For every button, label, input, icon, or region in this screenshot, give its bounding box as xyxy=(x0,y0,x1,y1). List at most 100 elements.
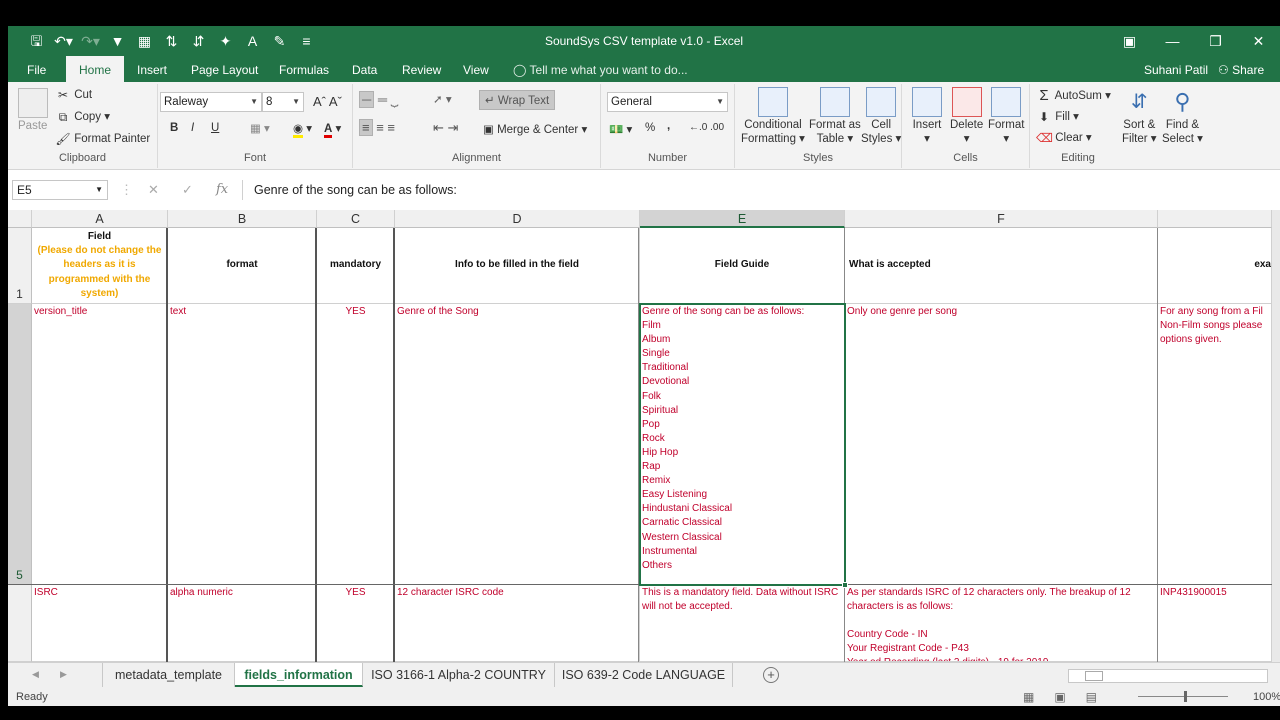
column-header-a[interactable]: A xyxy=(32,210,168,228)
grow-font-icon[interactable]: Aˆ Aˇ xyxy=(313,94,342,109)
cell-b6[interactable]: alpha numeric xyxy=(168,585,317,662)
cancel-icon[interactable]: ✕ xyxy=(148,182,159,198)
format-cells-button[interactable]: Format ▾ xyxy=(988,87,1024,145)
cell-b1[interactable]: format xyxy=(168,228,317,304)
font-family-select[interactable]: Raleway ▼ xyxy=(160,92,262,112)
sheet-tab-language[interactable]: ISO 639-2 Code LANGUAGE xyxy=(555,663,733,687)
minimize-icon[interactable]: — xyxy=(1151,26,1194,56)
zoom-level[interactable]: 100% xyxy=(1253,691,1280,703)
cell-d1[interactable]: Info to be filled in the field xyxy=(395,228,640,304)
tab-data[interactable]: Data xyxy=(352,56,377,82)
format-as-table-button[interactable]: Format as Table ▾ xyxy=(809,87,861,145)
autosum-button[interactable]: Σ AutoSum ▾ xyxy=(1036,88,1110,104)
cell-f1[interactable]: What is accepted xyxy=(845,228,1158,304)
enter-icon[interactable]: ✓ xyxy=(182,182,193,198)
cell-c1[interactable]: mandatory xyxy=(317,228,395,304)
insert-function-icon[interactable]: fx xyxy=(216,182,228,197)
wrap-text-button[interactable]: ↵ Wrap Text xyxy=(479,90,556,110)
cell-e1[interactable]: Field Guide xyxy=(640,228,845,304)
cell-a1[interactable]: Field (Please do not change the headers … xyxy=(32,228,168,304)
tab-view[interactable]: View xyxy=(463,56,489,82)
cell-e5[interactable]: Genre of the song can be as follows: Fil… xyxy=(640,304,845,585)
tab-page-layout[interactable]: Page Layout xyxy=(191,56,258,82)
view-buttons-icon[interactable]: ▦▣▤ xyxy=(1023,690,1117,704)
vertical-scrollbar[interactable] xyxy=(1272,210,1280,662)
spreadsheet-grid[interactable]: A B C D E F 1 5 Field (Please do not cha… xyxy=(8,210,1272,662)
tab-review[interactable]: Review xyxy=(402,56,441,82)
zoom-slider[interactable] xyxy=(1138,691,1228,702)
formula-input[interactable]: Genre of the song can be as follows: xyxy=(242,180,1272,200)
cell-g6[interactable]: INP431900015 xyxy=(1158,585,1272,662)
user-name[interactable]: Suhani Patil xyxy=(1144,56,1208,84)
scroll-thumb[interactable] xyxy=(1085,671,1103,681)
tab-insert[interactable]: Insert xyxy=(137,56,167,82)
format-painter-button[interactable]: 🖌 Format Painter xyxy=(55,131,150,147)
sheet-tab-fields-information[interactable]: fields_information xyxy=(235,663,363,687)
cell-f5[interactable]: Only one genre per song xyxy=(845,304,1158,585)
cell-g5[interactable]: For any song from a Fil Non-Film songs p… xyxy=(1158,304,1272,585)
cell-styles-button[interactable]: Cell Styles ▾ xyxy=(861,87,901,145)
column-header-d[interactable]: D xyxy=(395,210,640,228)
column-header-e[interactable]: E xyxy=(640,210,845,228)
underline-button[interactable]: U xyxy=(211,122,219,134)
prev-sheet-icon[interactable]: ◀ xyxy=(32,669,39,680)
cell-e6[interactable]: This is a mandatory field. Data without … xyxy=(640,585,845,662)
sort-filter-button[interactable]: ⇵ Sort & Filter ▾ xyxy=(1122,87,1157,145)
cell-f6[interactable]: As per standards ISRC of 12 characters o… xyxy=(845,585,1158,662)
orientation-icon[interactable]: ➚ ▾ xyxy=(433,92,452,106)
cell-b5[interactable]: text xyxy=(168,304,317,585)
font-size-select[interactable]: 8 ▼ xyxy=(262,92,304,112)
bold-button[interactable]: B xyxy=(170,122,178,134)
column-header-c[interactable]: C xyxy=(317,210,395,228)
fill-color-icon[interactable]: ◉ ▾ xyxy=(293,121,312,138)
share-button[interactable]: ⚇ Share xyxy=(1218,56,1264,84)
name-box[interactable]: E5 ▼ xyxy=(12,180,108,200)
sheet-tab-metadata-template[interactable]: metadata_template xyxy=(102,663,235,687)
cell-a6[interactable]: ISRC xyxy=(32,585,168,662)
sheet-tab-country[interactable]: ISO 3166-1 Alpha-2 COUNTRY xyxy=(363,663,555,687)
tell-me-box[interactable]: ◯ Tell me what you want to do... xyxy=(513,56,688,84)
currency-icon[interactable]: 💵 ▾ xyxy=(609,122,632,136)
horizontal-align-icons[interactable]: ≡ ≡ ≡ xyxy=(359,119,395,136)
column-header-f[interactable]: F xyxy=(845,210,1158,228)
fill-button[interactable]: ⬇ Fill ▾ xyxy=(1036,109,1079,125)
tab-file[interactable]: File xyxy=(27,56,46,82)
cut-button[interactable]: ✂ Cut xyxy=(55,87,92,103)
cell-c6[interactable]: YES xyxy=(317,585,395,662)
delete-cells-button[interactable]: Delete ▾ xyxy=(950,87,983,145)
cell-g1[interactable]: exa xyxy=(1158,228,1272,304)
horizontal-scrollbar[interactable] xyxy=(1068,669,1268,683)
copy-button[interactable]: ⧉ Copy ▾ xyxy=(55,109,110,125)
insert-cells-button[interactable]: Insert ▾ xyxy=(912,87,942,145)
clear-button[interactable]: ⌫ Clear ▾ xyxy=(1036,130,1092,146)
row-header-5[interactable]: 5 xyxy=(8,304,32,585)
merge-center-button[interactable]: ▣ Merge & Center ▾ xyxy=(483,122,587,136)
column-header-g[interactable] xyxy=(1158,210,1272,228)
vertical-align-icons[interactable]: ─ ═ ⏟ xyxy=(359,91,398,108)
tab-home[interactable]: Home xyxy=(66,56,125,82)
next-sheet-icon[interactable]: ▶ xyxy=(60,669,67,680)
column-header-b[interactable]: B xyxy=(168,210,317,228)
row-header-6[interactable] xyxy=(8,585,32,662)
cell-a5[interactable]: version_title xyxy=(32,304,168,585)
paste-button[interactable]: Paste xyxy=(18,88,48,132)
font-color-button-icon[interactable]: A ▾ xyxy=(324,121,341,138)
italic-button[interactable]: I xyxy=(191,122,194,134)
close-icon[interactable]: ✕ xyxy=(1237,26,1280,56)
indent-icons[interactable]: ⇤ ⇥ xyxy=(433,120,458,136)
borders-icon[interactable]: ▦ ▾ xyxy=(250,121,270,135)
cell-d5[interactable]: Genre of the Song xyxy=(395,304,640,585)
percent-button[interactable]: % xyxy=(645,122,655,134)
decimal-icons[interactable]: ←.0 .00 xyxy=(689,122,724,133)
find-select-button[interactable]: ⚲ Find & Select ▾ xyxy=(1162,87,1203,145)
conditional-formatting-button[interactable]: Conditional Formatting ▾ xyxy=(741,87,805,145)
row-header-1[interactable]: 1 xyxy=(8,228,32,304)
cell-c5[interactable]: YES xyxy=(317,304,395,585)
cell-d6[interactable]: 12 character ISRC code xyxy=(395,585,640,662)
restore-icon[interactable]: ❐ xyxy=(1194,26,1237,56)
add-sheet-icon[interactable]: + xyxy=(763,667,779,683)
comma-button[interactable]: , xyxy=(667,120,670,132)
tab-formulas[interactable]: Formulas xyxy=(279,56,329,82)
select-all-corner[interactable] xyxy=(8,210,32,228)
ribbon-display-icon[interactable]: ▣ xyxy=(1108,26,1151,56)
